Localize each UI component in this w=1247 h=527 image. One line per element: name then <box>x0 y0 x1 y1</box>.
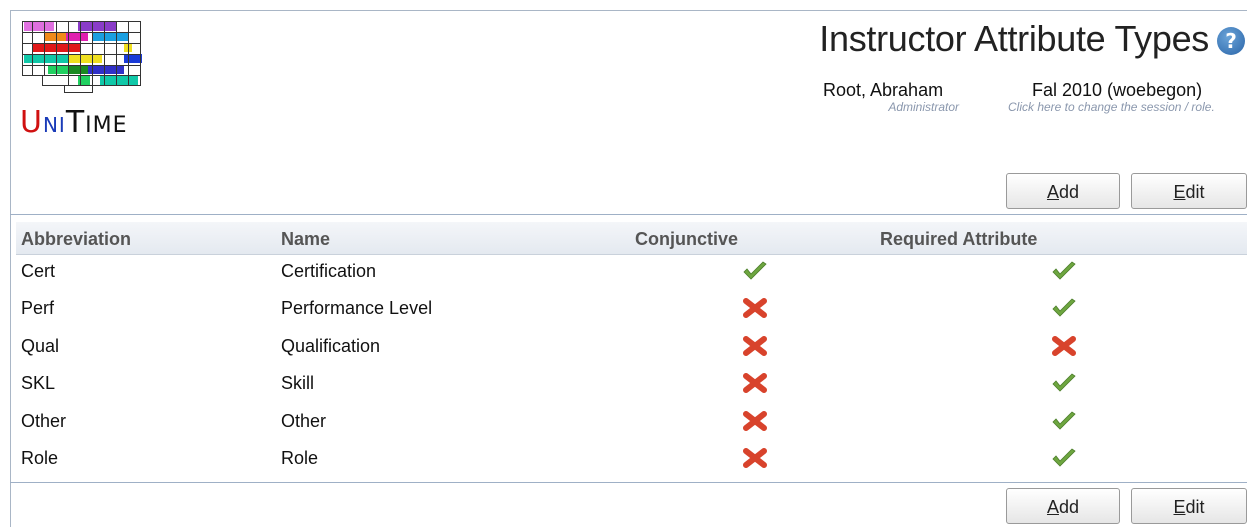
user-name: Root, Abraham <box>823 80 944 100</box>
add-button-top[interactable]: Add <box>1006 173 1120 209</box>
cell-name: Performance Level <box>281 298 433 319</box>
cell-abbreviation: Cert <box>21 261 56 281</box>
question-icon[interactable]: ? <box>1217 27 1245 55</box>
logo-letters-me: ME <box>92 113 128 138</box>
session-name[interactable]: Fal 2010 (woebegon) <box>1032 80 1202 101</box>
cell-abbreviation: Role <box>21 448 59 468</box>
page-frame-top <box>10 10 1247 11</box>
cross-icon <box>742 297 768 319</box>
check-icon <box>1051 372 1077 394</box>
edit-button-accesskey: E <box>1173 497 1186 517</box>
check-icon <box>1051 410 1077 432</box>
unitime-logo[interactable] <box>20 20 142 94</box>
logo-letter-u: U <box>20 105 43 140</box>
edit-button-top[interactable]: Edit <box>1131 173 1247 209</box>
column-header-abbreviation[interactable]: Abbreviation <box>21 229 131 250</box>
cell-abbreviation: Qual <box>21 335 60 356</box>
check-icon <box>1051 260 1077 282</box>
column-header-required-attribute[interactable]: Required Attribute <box>880 229 1037 250</box>
add-button-label: dd <box>1058 497 1080 517</box>
cross-icon <box>742 410 768 432</box>
logo-letters-ni: NI <box>42 113 66 137</box>
separator-bottom <box>10 482 1247 483</box>
edit-button-accesskey: E <box>1173 182 1186 202</box>
cell-abbreviation: Other <box>21 410 67 431</box>
table-header <box>16 222 1247 255</box>
add-button-accesskey: A <box>1046 497 1059 517</box>
check-icon <box>742 260 768 282</box>
edit-button-label: dit <box>1185 182 1205 202</box>
cell-name: Certification <box>281 261 377 281</box>
unitime-wordmark: UNITIME <box>20 108 128 141</box>
column-header-conjunctive[interactable]: Conjunctive <box>635 229 738 250</box>
column-header-name[interactable]: Name <box>281 229 330 250</box>
cell-name: Skill <box>281 373 315 394</box>
edit-button-label: dit <box>1185 497 1205 517</box>
cross-icon <box>742 447 768 469</box>
cell-abbreviation: SKL <box>21 373 56 394</box>
cell-name: Qualification <box>281 335 381 356</box>
add-button-bottom[interactable]: Add <box>1006 488 1120 524</box>
page-frame-left <box>10 10 11 527</box>
cell-name: Role <box>281 448 319 468</box>
cell-name: Other <box>281 410 327 431</box>
cross-icon <box>1051 335 1077 357</box>
separator-top <box>10 214 1247 215</box>
check-icon <box>1051 297 1077 319</box>
check-icon <box>1051 447 1077 469</box>
cross-icon <box>742 335 768 357</box>
edit-button-bottom[interactable]: Edit <box>1131 488 1247 524</box>
session-change-link[interactable]: Click here to change the session / role. <box>1008 100 1215 114</box>
cross-icon <box>742 372 768 394</box>
add-button-label: dd <box>1058 182 1080 202</box>
logo-letter-t: T <box>65 105 86 140</box>
cell-abbreviation: Perf <box>21 298 55 319</box>
user-role: Administrator <box>888 100 959 114</box>
add-button-accesskey: A <box>1046 182 1059 202</box>
page-title: Instructor Attribute Types <box>819 18 1209 59</box>
logo-letter-i: I <box>85 113 93 138</box>
